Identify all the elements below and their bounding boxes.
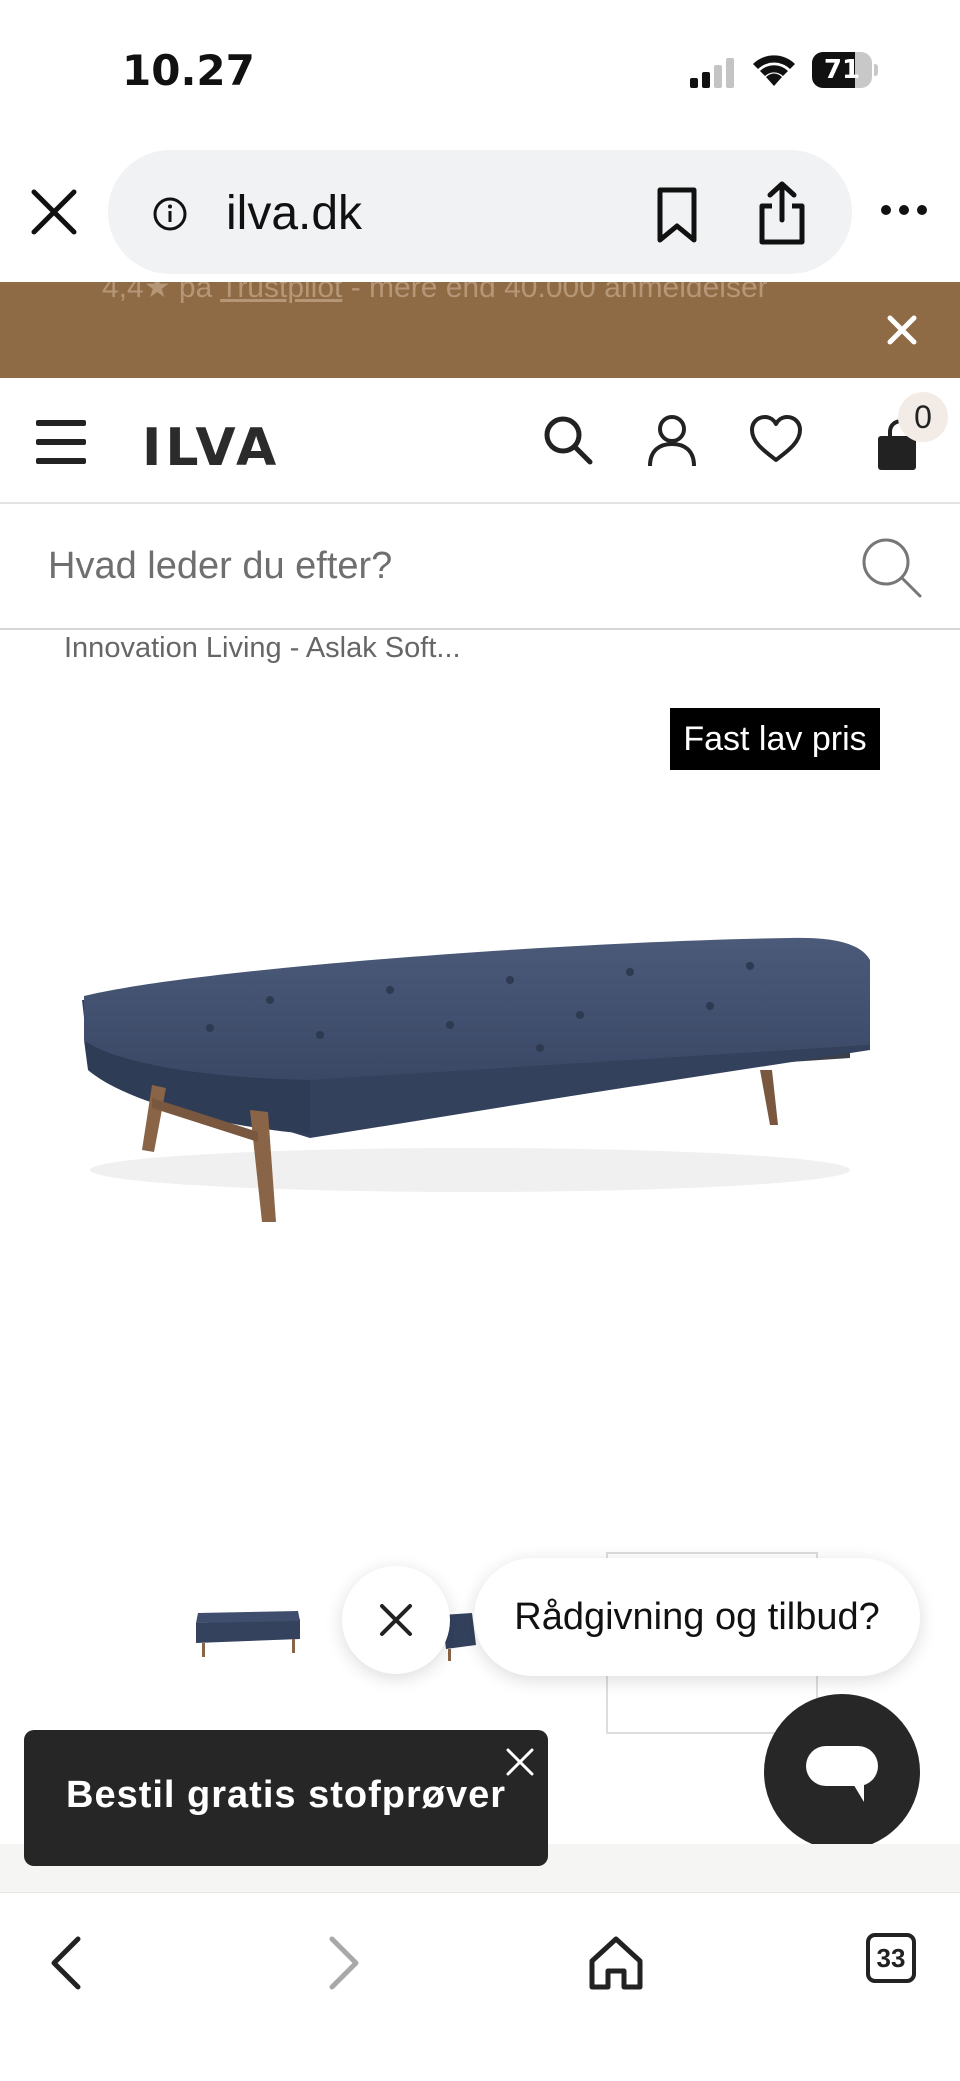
battery-indicator: 71: [812, 52, 878, 88]
browser-toolbar: 33: [0, 1892, 960, 2081]
cart-count-badge: 0: [898, 392, 948, 442]
share-icon[interactable]: [756, 180, 808, 246]
address-bar[interactable]: ilva.dk: [108, 150, 852, 274]
chat-bubble-icon: [806, 1746, 878, 1802]
chat-button[interactable]: [764, 1694, 920, 1850]
bookmark-icon[interactable]: [652, 186, 702, 244]
heart-icon[interactable]: [748, 412, 804, 468]
fabric-samples-banner[interactable]: Bestil gratis stofprøver: [24, 1730, 548, 1866]
breadcrumb[interactable]: Innovation Living - Aslak Soft...: [64, 632, 461, 665]
status-bar: 10.27 71: [0, 0, 960, 140]
status-time: 10.27: [122, 46, 255, 95]
close-icon[interactable]: [882, 310, 922, 350]
product-thumbnail[interactable]: [188, 1605, 308, 1665]
account-icon[interactable]: [644, 412, 700, 468]
battery-level: 71: [823, 55, 861, 85]
info-icon[interactable]: [152, 196, 188, 232]
search-bar: [0, 504, 960, 630]
product-image[interactable]: [70, 920, 890, 1240]
close-icon: [380, 1604, 412, 1636]
forward-icon[interactable]: [308, 1931, 372, 1995]
tabs-count-button[interactable]: 33: [866, 1933, 916, 1983]
search-input[interactable]: [0, 504, 960, 628]
search-icon[interactable]: [858, 534, 926, 602]
samples-label: Bestil gratis stofprøver: [66, 1774, 506, 1816]
home-icon[interactable]: [584, 1931, 648, 1995]
ilva-logo[interactable]: ILVA: [142, 418, 280, 478]
cellular-signal-icon: [690, 58, 734, 88]
menu-icon[interactable]: [36, 420, 86, 464]
chat-close-button[interactable]: [342, 1566, 450, 1674]
close-tab-icon[interactable]: [26, 184, 82, 240]
site-header: ILVA 0: [0, 378, 960, 504]
more-options-icon[interactable]: [880, 200, 928, 220]
chat-prompt-bubble[interactable]: Rådgivning og tilbud?: [474, 1558, 920, 1676]
trustpilot-link[interactable]: Trustpilot: [220, 282, 342, 304]
wifi-icon: [753, 55, 795, 86]
price-badge: Fast lav pris: [670, 708, 880, 770]
promo-banner: 4,4★ på Trustpilot - mere end 40.000 anm…: [0, 282, 960, 378]
back-icon[interactable]: [38, 1931, 102, 1995]
search-icon[interactable]: [540, 412, 596, 468]
url-text[interactable]: ilva.dk: [226, 186, 362, 241]
close-icon[interactable]: [502, 1744, 538, 1780]
promo-text: 4,4★ på Trustpilot - mere end 40.000 anm…: [102, 282, 768, 305]
browser-bar: ilva.dk: [0, 140, 960, 282]
